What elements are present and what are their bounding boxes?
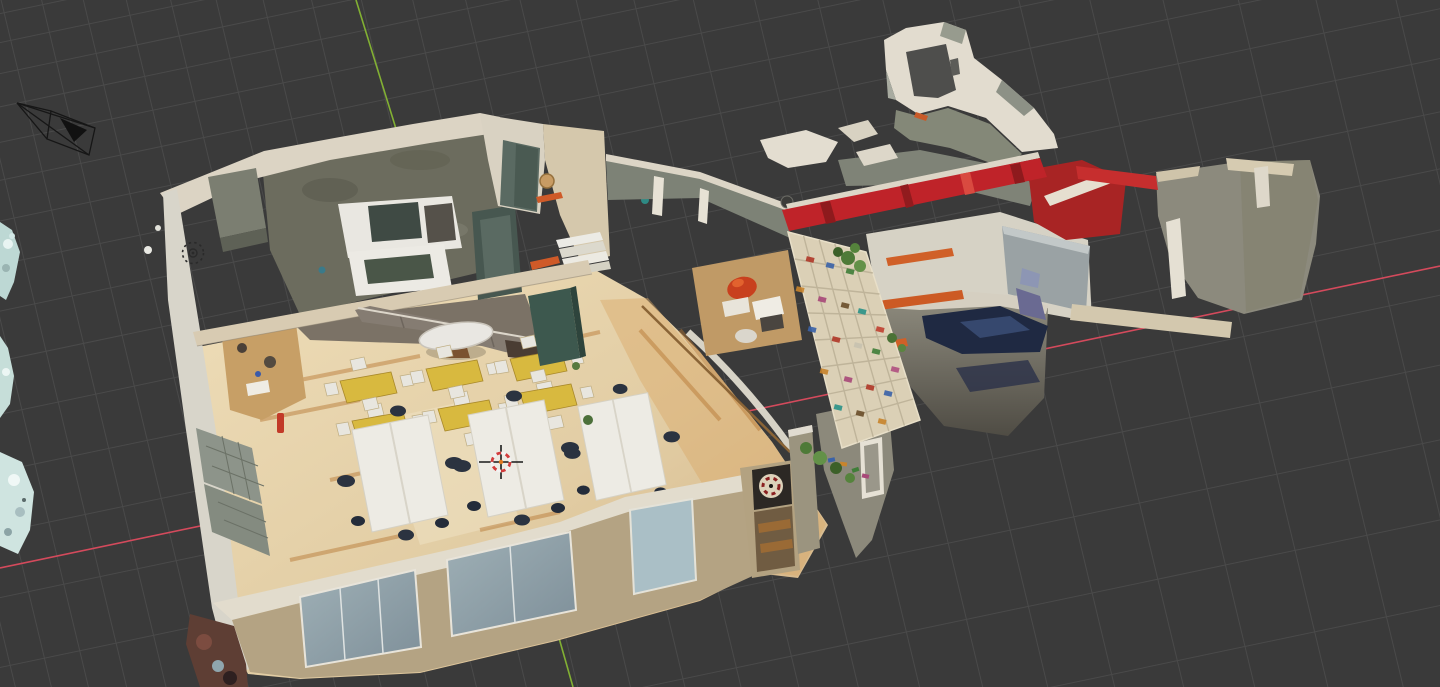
kitchen-counters — [338, 196, 462, 296]
desk-cluster — [692, 250, 802, 356]
blender-3d-viewport[interactable] — [0, 0, 1440, 687]
right-end-wall — [1156, 158, 1320, 314]
stool — [539, 173, 555, 189]
